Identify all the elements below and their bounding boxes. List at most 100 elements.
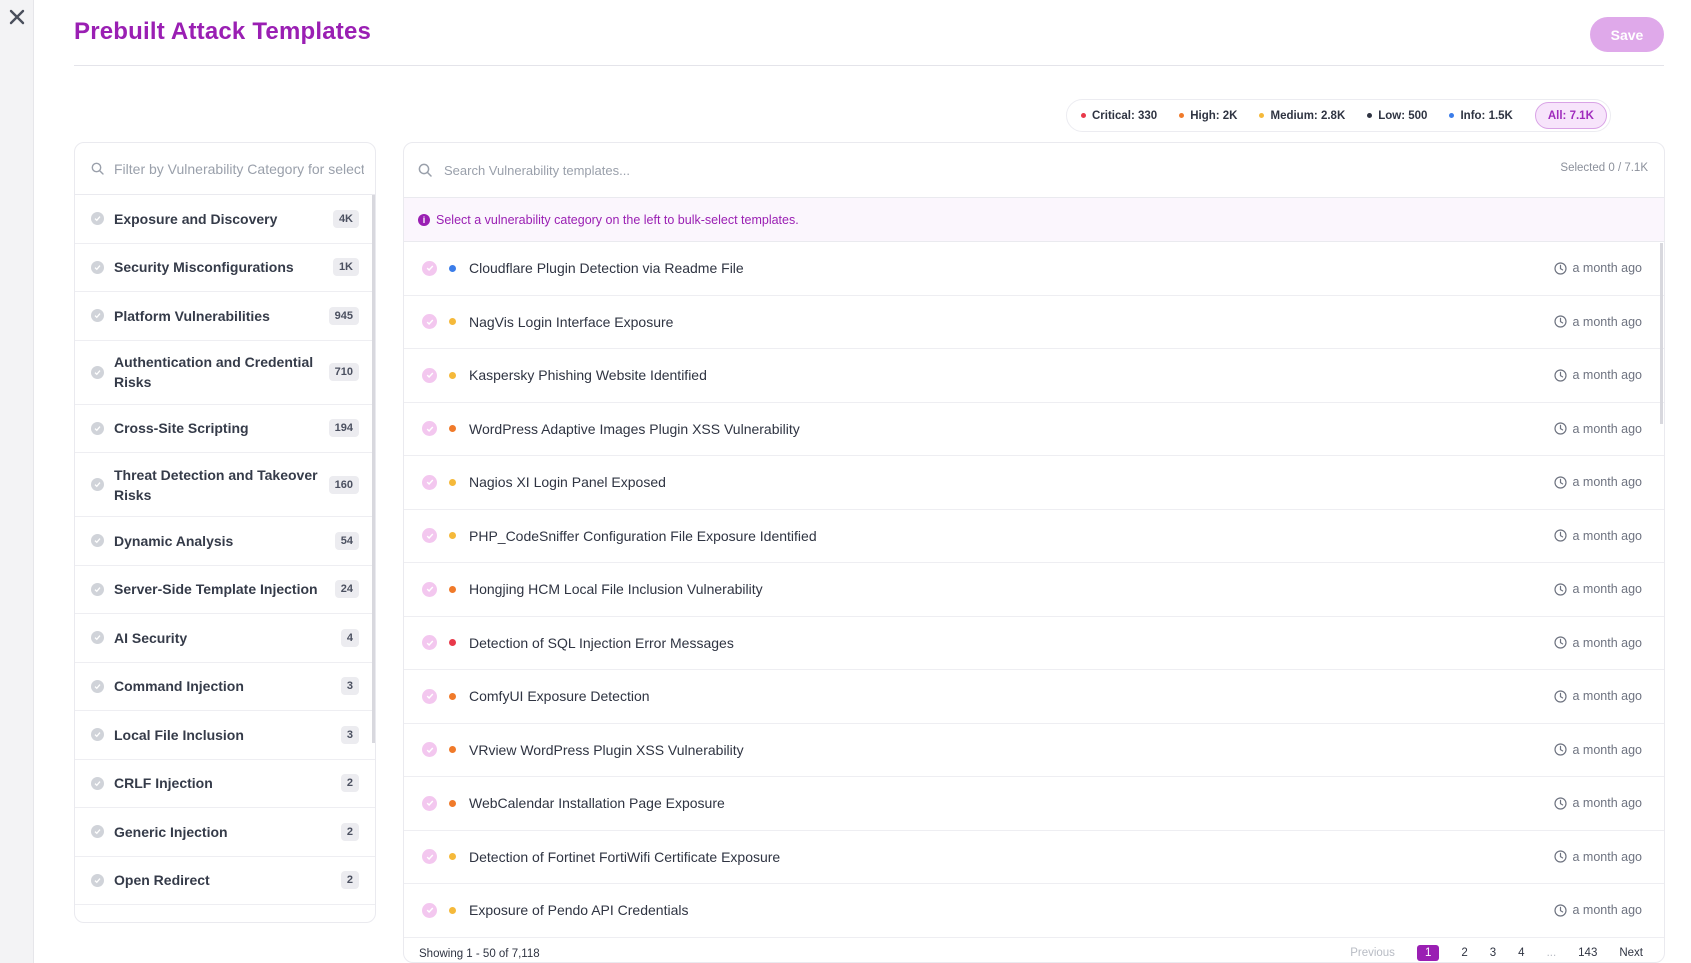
category-item[interactable]: Threat Detection and Takeover Risks 160 bbox=[75, 453, 375, 517]
check-circle-icon[interactable] bbox=[422, 742, 437, 758]
check-circle-icon[interactable] bbox=[91, 776, 104, 790]
template-row[interactable]: Hongjing HCM Local File Inclusion Vulner… bbox=[404, 563, 1664, 617]
severity-dot-icon bbox=[449, 318, 456, 326]
template-name: PHP_CodeSniffer Configuration File Expos… bbox=[469, 527, 817, 544]
page-143-button[interactable]: 143 bbox=[1578, 947, 1597, 959]
severity-filter-critical[interactable]: Critical: 330 bbox=[1081, 110, 1157, 122]
severity-filter-low[interactable]: Low: 500 bbox=[1367, 110, 1427, 122]
template-row[interactable]: Cloudflare Plugin Detection via Readme F… bbox=[404, 242, 1664, 296]
severity-filter-info[interactable]: Info: 1.5K bbox=[1449, 110, 1513, 122]
check-circle-icon[interactable] bbox=[422, 795, 437, 811]
category-item[interactable]: Exposure and Discovery 4K bbox=[75, 195, 375, 244]
template-row[interactable]: ComfyUI Exposure Detection a month ago bbox=[404, 670, 1664, 724]
category-item[interactable]: Cross-Site Scripting 194 bbox=[75, 405, 375, 453]
check-circle-icon[interactable] bbox=[422, 421, 437, 437]
template-updated: a month ago bbox=[1553, 422, 1642, 436]
check-circle-icon[interactable] bbox=[422, 528, 437, 544]
check-circle-icon[interactable] bbox=[422, 635, 437, 651]
check-circle-icon[interactable] bbox=[91, 421, 104, 435]
severity-label: All: 7.1K bbox=[1547, 109, 1594, 122]
check-circle-icon[interactable] bbox=[91, 631, 104, 645]
check-circle-icon[interactable] bbox=[422, 367, 437, 383]
info-icon: i bbox=[418, 213, 430, 226]
updated-label: a month ago bbox=[1572, 582, 1643, 597]
updated-label: a month ago bbox=[1572, 689, 1643, 704]
check-circle-icon[interactable] bbox=[91, 309, 104, 323]
check-circle-icon[interactable] bbox=[422, 688, 437, 704]
category-count-badge: 1K bbox=[332, 258, 359, 277]
category-count-badge: 2 bbox=[340, 871, 359, 890]
check-circle-icon[interactable] bbox=[422, 474, 437, 490]
template-row[interactable]: Detection of Fortinet FortiWifi Certific… bbox=[404, 831, 1664, 884]
check-circle-icon[interactable] bbox=[91, 582, 104, 596]
template-row[interactable]: Exposure of Pendo API Credentials a month… bbox=[404, 884, 1664, 938]
template-row[interactable]: Detection of SQL Injection Error Message… bbox=[404, 617, 1664, 670]
template-row[interactable]: WordPress Adaptive Images Plugin XSS Vul… bbox=[404, 403, 1664, 456]
category-item[interactable]: Command Injection 3 bbox=[75, 663, 375, 711]
next-button[interactable]: Next bbox=[1619, 947, 1643, 959]
page-1-button[interactable]: 1 bbox=[1416, 945, 1440, 961]
template-row[interactable]: PHP_CodeSniffer Configuration File Expos… bbox=[404, 510, 1664, 563]
category-count-badge: 2 bbox=[340, 774, 359, 793]
template-row[interactable]: NagVis Login Interface Exposure a month a… bbox=[404, 296, 1664, 349]
category-scrollbar[interactable] bbox=[372, 195, 375, 743]
check-circle-icon[interactable] bbox=[422, 902, 437, 918]
template-updated: a month ago bbox=[1553, 742, 1643, 757]
severity-dot-icon bbox=[449, 799, 456, 807]
template-row[interactable]: Nagios XI Login Panel Exposed a month ago bbox=[404, 456, 1664, 510]
page-3-button[interactable]: 3 bbox=[1490, 947, 1496, 959]
check-circle-icon[interactable] bbox=[422, 260, 437, 276]
template-row[interactable]: VRview WordPress Plugin XSS Vulnerabilit… bbox=[404, 724, 1664, 777]
template-scrollbar[interactable] bbox=[1660, 243, 1663, 424]
severity-filter-medium[interactable]: Medium: 2.8K bbox=[1259, 110, 1345, 122]
clock-icon bbox=[1553, 636, 1567, 649]
save-button[interactable]: Save bbox=[1590, 17, 1664, 52]
check-circle-icon[interactable] bbox=[422, 314, 437, 330]
check-circle-icon[interactable] bbox=[91, 873, 104, 887]
severity-filter-all[interactable]: All: 7.1K bbox=[1534, 102, 1607, 129]
template-name: Kaspersky Phishing Website Identified bbox=[469, 367, 707, 384]
template-row[interactable]: Kaspersky Phishing Website Identified a m… bbox=[404, 349, 1664, 403]
category-item[interactable]: AI Security 4 bbox=[75, 614, 375, 663]
updated-label: a month ago bbox=[1572, 742, 1643, 757]
check-circle-icon[interactable] bbox=[422, 849, 437, 865]
category-search-input[interactable] bbox=[114, 160, 364, 177]
updated-label: a month ago bbox=[1572, 635, 1643, 650]
severity-dot-icon bbox=[449, 585, 456, 593]
page-title: Prebuilt Attack Templates bbox=[74, 18, 372, 45]
previous-button[interactable]: Previous bbox=[1350, 947, 1395, 959]
template-name: Detection of SQL Injection Error Message… bbox=[469, 634, 734, 651]
category-count-badge: 3 bbox=[340, 725, 359, 744]
check-circle-icon[interactable] bbox=[91, 728, 104, 742]
category-item[interactable]: Authentication and Credential Risks 710 bbox=[75, 341, 375, 405]
check-circle-icon[interactable] bbox=[91, 212, 104, 226]
check-circle-icon[interactable] bbox=[91, 534, 104, 548]
template-search-input[interactable] bbox=[444, 162, 1044, 178]
category-item[interactable]: Generic Injection 2 bbox=[75, 808, 375, 857]
category-item[interactable]: Server-Side Template Injection 24 bbox=[75, 566, 375, 614]
category-item[interactable]: Open Redirect 2 bbox=[75, 857, 375, 905]
severity-label: Medium: 2.8K bbox=[1270, 109, 1346, 122]
check-circle-icon[interactable] bbox=[91, 679, 104, 693]
severity-dot-icon bbox=[449, 478, 456, 486]
category-item[interactable]: Dynamic Analysis 54 bbox=[75, 517, 375, 566]
close-button[interactable] bbox=[4, 4, 30, 30]
category-label: Platform Vulnerabilities bbox=[114, 307, 270, 324]
page-4-button[interactable]: 4 bbox=[1518, 947, 1524, 959]
category-label: Open Redirect bbox=[114, 872, 210, 889]
category-item[interactable]: Security Misconfigurations 1K bbox=[75, 244, 375, 292]
check-circle-icon[interactable] bbox=[91, 825, 104, 839]
page-2-button[interactable]: 2 bbox=[1461, 947, 1467, 959]
category-item[interactable]: CRLF Injection 2 bbox=[75, 760, 375, 808]
severity-filter-high[interactable]: High: 2K bbox=[1179, 110, 1237, 122]
check-circle-icon[interactable] bbox=[422, 581, 437, 597]
check-circle-icon[interactable] bbox=[91, 478, 104, 491]
close-icon bbox=[9, 9, 25, 25]
category-item[interactable]: Platform Vulnerabilities 945 bbox=[75, 292, 375, 341]
category-item[interactable]: Local File Inclusion 3 bbox=[75, 711, 375, 760]
check-circle-icon[interactable] bbox=[91, 365, 104, 379]
template-row[interactable]: WebCalendar Installation Page Exposure a … bbox=[404, 777, 1664, 831]
showing-count: Showing 1 - 50 of 7,118 bbox=[419, 948, 540, 960]
severity-dot-icon bbox=[449, 639, 456, 647]
check-circle-icon[interactable] bbox=[91, 260, 104, 274]
